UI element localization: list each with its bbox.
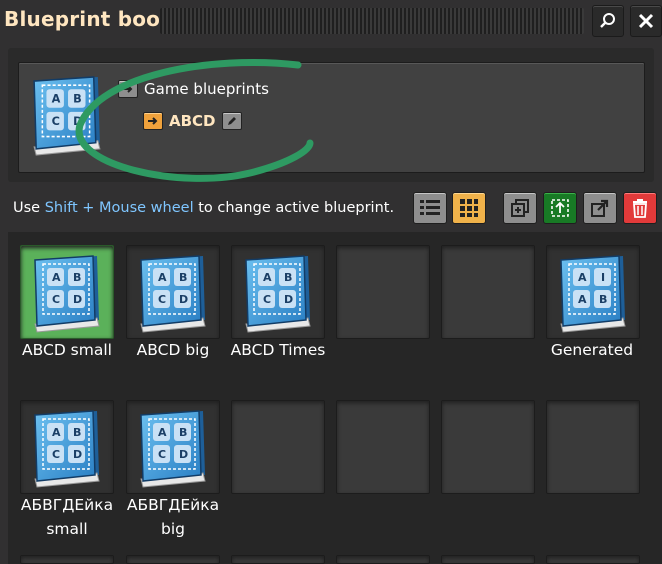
export-button[interactable] — [583, 192, 617, 224]
blueprint-book-icon: AB CD — [31, 409, 103, 489]
book-letter: A — [578, 271, 587, 284]
book-letter: D — [179, 293, 188, 306]
delete-button[interactable] — [623, 192, 657, 224]
slot-label-line: small — [46, 520, 88, 538]
arrow-icon[interactable] — [118, 80, 138, 98]
book-letter: D — [179, 448, 188, 461]
blueprint-book-icon: AB CD — [242, 254, 314, 334]
book-letter: B — [73, 271, 81, 284]
slot-label-line: АБВГДЕйка — [126, 496, 220, 514]
slot-label-line: АБВГДЕйка — [20, 496, 114, 514]
empty-slot[interactable] — [20, 555, 114, 564]
book-letter: A — [158, 426, 167, 439]
arrow-icon[interactable] — [143, 112, 163, 130]
book-letter: B — [73, 93, 82, 106]
copy-button[interactable] — [503, 192, 537, 224]
slot-label: ABCD Times — [230, 341, 326, 359]
book-letter: C — [52, 448, 60, 461]
book-letter: B — [284, 271, 292, 284]
empty-slot[interactable] — [546, 555, 640, 564]
book-letter: C — [52, 115, 60, 128]
slot-label: АБВГДЕйка big — [113, 493, 233, 541]
book-letter: C — [263, 293, 271, 306]
slot-label: Generated — [550, 341, 634, 359]
blueprint-book-icon: AB CD — [137, 254, 209, 334]
book-letter: A — [578, 293, 587, 306]
empty-slot[interactable] — [336, 245, 430, 339]
book-letter: B — [73, 426, 81, 439]
book-letter: C — [158, 293, 166, 306]
book-letter: C — [52, 293, 60, 306]
empty-slot[interactable] — [231, 555, 325, 564]
tree-item-label: Game blueprints — [144, 80, 269, 98]
book-letter: A — [158, 271, 167, 284]
book-letter: D — [284, 293, 293, 306]
blueprint-book-icon: A B C D — [30, 74, 104, 158]
blueprint-slot[interactable]: AB CD — [126, 245, 220, 339]
grid-icon — [460, 199, 478, 217]
slot-label: ABCD small — [22, 341, 112, 359]
blueprint-slot[interactable]: A I AB — [546, 245, 640, 339]
blueprint-slot[interactable]: AB CD — [231, 245, 325, 339]
tree-item-game-blueprints[interactable]: Game blueprints — [118, 80, 269, 98]
copy-icon — [511, 199, 529, 217]
book-letter: D — [73, 448, 82, 461]
tree-item-abcd[interactable]: ABCD — [143, 112, 242, 130]
empty-slot[interactable] — [546, 400, 640, 494]
book-letter: A — [52, 426, 61, 439]
pencil-icon — [227, 117, 236, 125]
hint-key: Shift + Mouse wheel — [44, 200, 194, 216]
hint-text: Use Shift + Mouse wheel to change active… — [13, 200, 394, 216]
book-letter: B — [179, 426, 187, 439]
empty-slot[interactable] — [441, 400, 535, 494]
hint-prefix: Use — [13, 200, 45, 216]
export-string-button[interactable] — [543, 192, 577, 224]
book-letter: D — [73, 293, 82, 306]
empty-slot[interactable] — [441, 245, 535, 339]
grid-view-button[interactable] — [452, 192, 486, 224]
close-icon — [638, 13, 654, 29]
blueprint-book-icon: A I AB — [557, 254, 629, 334]
list-view-button[interactable] — [413, 192, 447, 224]
slot-label: ABCD big — [136, 341, 210, 359]
book-letter: A — [263, 271, 272, 284]
slot-label-line: big — [161, 520, 185, 538]
blueprint-slot[interactable]: AB CD — [20, 245, 114, 339]
book-letter: D — [73, 115, 82, 128]
book-letter: A — [52, 271, 61, 284]
book-letter: I — [601, 271, 605, 284]
hint-suffix: to change active blueprint. — [193, 200, 395, 216]
book-tree-panel — [18, 62, 645, 173]
empty-slot[interactable] — [231, 400, 325, 494]
search-icon — [600, 13, 615, 28]
list-icon — [420, 200, 440, 215]
empty-slot[interactable] — [336, 400, 430, 494]
empty-slot[interactable] — [126, 555, 220, 564]
export-icon — [591, 199, 609, 217]
window-title: Blueprint book — [4, 7, 174, 31]
blueprint-book-icon: AB CD — [31, 254, 103, 334]
blueprint-slot[interactable]: AB CD — [20, 400, 114, 494]
blueprint-slot[interactable]: AB CD — [126, 400, 220, 494]
rename-button[interactable] — [221, 112, 242, 130]
book-letter: A — [52, 93, 61, 106]
tree-item-label: ABCD — [169, 112, 216, 130]
slot-label: АБВГДЕйка small — [7, 493, 127, 541]
blueprint-book-icon: AB CD — [137, 409, 209, 489]
empty-slot[interactable] — [441, 555, 535, 564]
blueprint-select-icon — [551, 199, 569, 217]
drag-handle[interactable] — [160, 8, 584, 34]
book-letter: B — [599, 293, 607, 306]
search-button[interactable] — [592, 5, 624, 37]
empty-slot[interactable] — [336, 555, 430, 564]
book-letter: B — [179, 271, 187, 284]
book-letter: C — [158, 448, 166, 461]
close-button[interactable] — [630, 5, 662, 37]
trash-icon — [633, 199, 647, 218]
